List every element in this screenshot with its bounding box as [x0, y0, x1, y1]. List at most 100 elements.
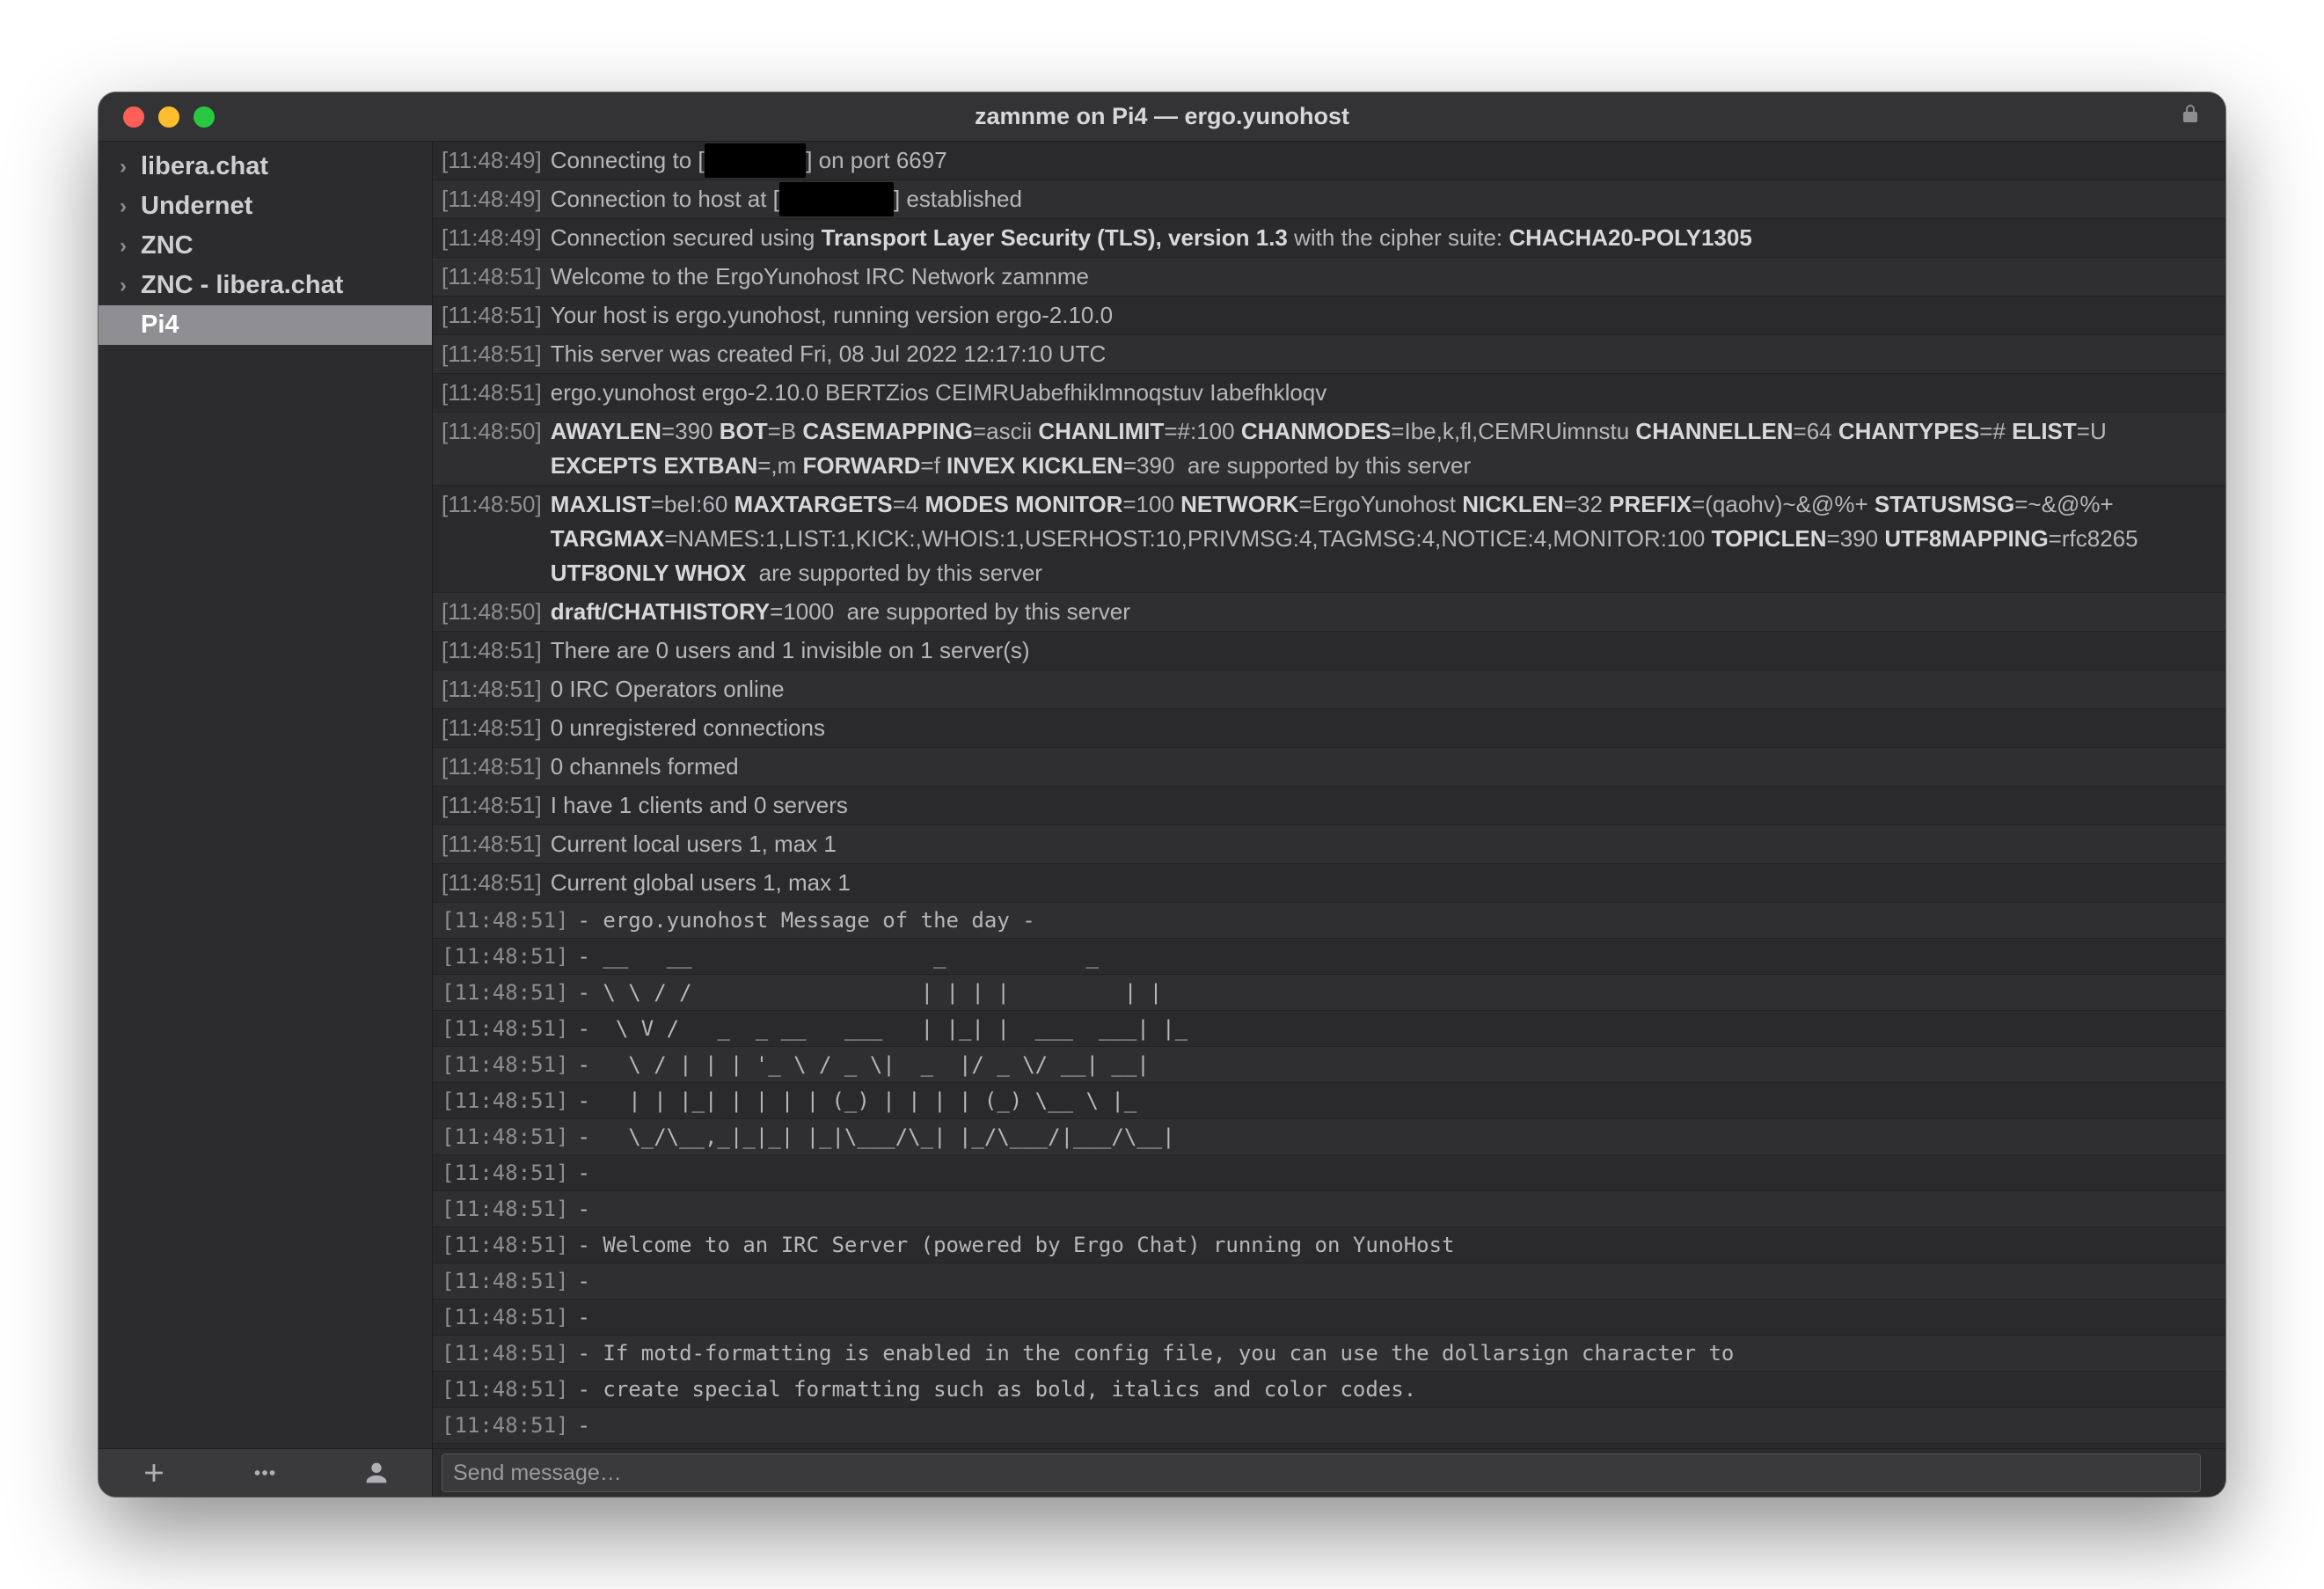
log-line: [11:48:51]ergo.yunohost ergo-2.10.0 BERT… — [433, 374, 2225, 413]
titlebar[interactable]: zamnme on Pi4 — ergo.yunohost — [99, 92, 2225, 142]
log-message: - — [578, 1301, 2216, 1333]
log-line: [11:48:51]- If motd-formatting is enable… — [433, 1336, 2225, 1372]
log-line: [11:48:51]- — [433, 1408, 2225, 1444]
log-line: [11:48:51]This server was created Fri, 0… — [433, 335, 2225, 374]
timestamp: [11:48:50] — [442, 414, 551, 483]
log-line: [11:48:50]MAXLIST=beI:60 MAXTARGETS=4 MO… — [433, 486, 2225, 593]
log-line: [11:48:50]draft/CHATHISTORY=1000 are sup… — [433, 593, 2225, 632]
log-message: - — [578, 1193, 2216, 1225]
log-message: Connection secured using Transport Layer… — [551, 221, 2215, 255]
timestamp: [11:48:51] — [442, 750, 551, 784]
timestamp: [11:48:51] — [442, 298, 551, 333]
log-message: - \ / | | | '_ \ / _ \| _ |/ _ \/ __| __… — [578, 1049, 2216, 1080]
timestamp: [11:48:50] — [442, 595, 551, 629]
log-line: [11:48:51]- — [433, 1191, 2225, 1227]
app-window: zamnme on Pi4 — ergo.yunohost ›libera.ch… — [99, 92, 2225, 1497]
log-message: - — [578, 1265, 2216, 1297]
traffic-lights — [123, 106, 215, 128]
timestamp: [11:48:51] — [442, 1085, 578, 1117]
timestamp: [11:48:51] — [442, 1193, 578, 1225]
log-message: - If motd-formatting is enabled in the c… — [578, 1337, 2216, 1369]
timestamp: [11:48:51] — [442, 788, 551, 823]
log-message: - Welcome to an IRC Server (powered by E… — [578, 1229, 2216, 1261]
log-message: - create special formatting such as bold… — [578, 1373, 2216, 1405]
log-line: [11:48:51]There are 0 users and 1 invisi… — [433, 632, 2225, 670]
timestamp: [11:48:50] — [442, 487, 551, 590]
timestamp: [11:48:51] — [442, 672, 551, 707]
log-message: Current global users 1, max 1 — [551, 866, 2215, 900]
sidebar-item[interactable]: › ZNC — [99, 226, 432, 266]
log-line: [11:48:51]- __ __ _ _ — [433, 939, 2225, 975]
timestamp: [11:48:51] — [442, 1265, 578, 1297]
sidebar-item-label: ZNC - libera.chat — [141, 271, 343, 300]
more-button[interactable] — [245, 1454, 284, 1492]
sidebar-item[interactable]: ›Undernet — [99, 187, 432, 226]
log-line: [11:48:51]- \_/\__,_|_|_| |_|\___/\_| |_… — [433, 1119, 2225, 1155]
users-button[interactable] — [357, 1454, 396, 1492]
log-message: Connection to host at [ ] established — [551, 182, 2215, 216]
log-message: 0 IRC Operators online — [551, 672, 2215, 707]
log-line: [11:48:51]Welcome to the ErgoYunohost IR… — [433, 258, 2225, 297]
chevron-right-icon: › — [114, 234, 132, 259]
log-line: [11:48:51]Current local users 1, max 1 — [433, 825, 2225, 864]
log-message: I have 1 clients and 0 servers — [551, 788, 2215, 823]
log-message: - — [578, 1410, 2216, 1441]
log-message: 0 unregistered connections — [551, 711, 2215, 745]
minimize-window-button[interactable] — [158, 106, 179, 128]
log-line: [11:48:49]Connecting to [ ] on port 6697 — [433, 142, 2225, 180]
log-message: AWAYLEN=390 BOT=B CASEMAPPING=ascii CHAN… — [551, 414, 2215, 483]
log-line: [11:48:51]I have 1 clients and 0 servers — [433, 787, 2225, 825]
sidebar-item-selected[interactable]: Pi4 — [99, 305, 432, 345]
log-message: Your host is ergo.yunohost, running vers… — [551, 298, 2215, 333]
log-line: [11:48:51]- \ / | | | '_ \ / _ \| _ |/ _… — [433, 1047, 2225, 1083]
log-message: draft/CHATHISTORY=1000 are supported by … — [551, 595, 2215, 629]
log-line: [11:48:51]Current global users 1, max 1 — [433, 864, 2225, 903]
log-line: [11:48:51]- — [433, 1263, 2225, 1300]
sidebar-item-label: ZNC — [141, 231, 194, 260]
log-line: [11:48:51]- create special formatting su… — [433, 1372, 2225, 1408]
log-message: 0 channels formed — [551, 750, 2215, 784]
log-line: [11:48:51]0 unregistered connections — [433, 709, 2225, 748]
log-line: [11:48:51]- — [433, 1300, 2225, 1336]
log-message: Welcome to the ErgoYunohost IRC Network … — [551, 260, 2215, 294]
log-line: [11:48:51]Your host is ergo.yunohost, ru… — [433, 297, 2225, 335]
log-line: [11:48:51]- | | |_| | | | | (_) | | | | … — [433, 1083, 2225, 1119]
timestamp: [11:48:51] — [442, 941, 578, 972]
log-message: Connecting to [ ] on port 6697 — [551, 143, 2215, 178]
log-line: [11:48:51]0 channels formed — [433, 748, 2225, 787]
timestamp: [11:48:51] — [442, 1121, 578, 1153]
log-line: [11:48:50]AWAYLEN=390 BOT=B CASEMAPPING=… — [433, 413, 2225, 486]
sidebar-item[interactable]: ›ZNC - libera.chat — [99, 266, 432, 305]
add-button[interactable] — [135, 1454, 173, 1492]
window-title: zamnme on Pi4 — ergo.yunohost — [99, 103, 2225, 130]
timestamp: [11:48:51] — [442, 1337, 578, 1369]
timestamp: [11:48:51] — [442, 977, 578, 1008]
log-line: [11:48:49]Connection to host at [ ] esta… — [433, 180, 2225, 219]
timestamp: [11:48:51] — [442, 904, 578, 936]
lock-icon — [2180, 103, 2201, 130]
log-line: [11:48:51]- \ V / _ _ __ ___ | |_| | ___… — [433, 1011, 2225, 1047]
log-message: - \ V / _ _ __ ___ | |_| | ___ ___| |_ — [578, 1013, 2216, 1044]
timestamp: [11:48:51] — [442, 1373, 578, 1405]
log-message: MAXLIST=beI:60 MAXTARGETS=4 MODES MONITO… — [551, 487, 2215, 590]
log-line: [11:48:51]- \ \ / / | | | | | | — [433, 975, 2225, 1011]
log-message: - — [578, 1157, 2216, 1189]
log-message: - \_/\__,_|_|_| |_|\___/\_| |_/\___/|___… — [578, 1121, 2216, 1153]
timestamp: [11:48:49] — [442, 182, 551, 216]
timestamp: [11:48:51] — [442, 1301, 578, 1333]
sidebar-item-label: Undernet — [141, 192, 252, 221]
sidebar[interactable]: ›libera.chat›Undernet › ZNC ›ZNC - libera.c… — [99, 142, 433, 1448]
sidebar-item-label: libera.chat — [141, 152, 268, 181]
timestamp: [11:48:51] — [442, 827, 551, 861]
zoom-window-button[interactable] — [194, 106, 215, 128]
chat-log[interactable]: [11:48:49]Connecting to [ ] on port 6697… — [433, 142, 2225, 1448]
timestamp: [11:48:49] — [442, 221, 551, 255]
log-message: This server was created Fri, 08 Jul 2022… — [551, 337, 2215, 371]
sidebar-item[interactable]: ›libera.chat — [99, 147, 432, 187]
close-window-button[interactable] — [123, 106, 144, 128]
log-line: [11:48:51]- — [433, 1155, 2225, 1191]
message-input[interactable] — [442, 1454, 2201, 1492]
timestamp: [11:48:51] — [442, 711, 551, 745]
log-message: - \ \ / / | | | | | | — [578, 977, 2216, 1008]
log-message: - ergo.yunohost Message of the day - — [578, 904, 2216, 936]
